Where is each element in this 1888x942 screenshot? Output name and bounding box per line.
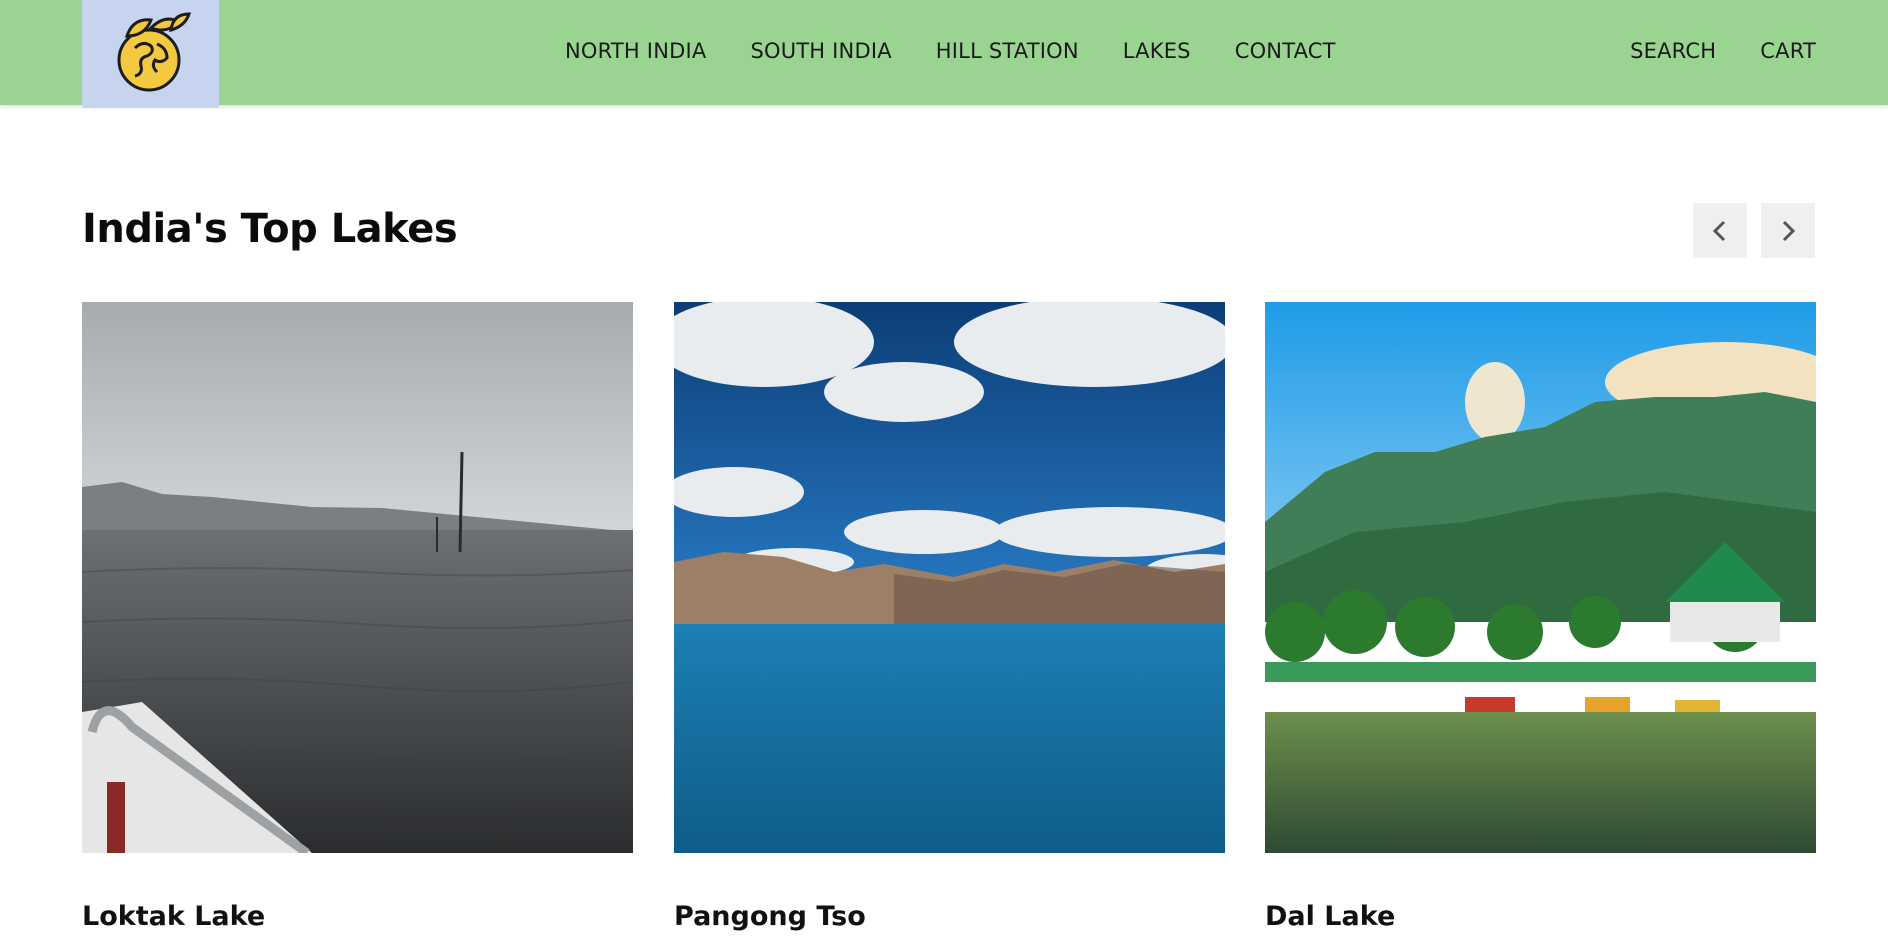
nav-lakes[interactable]: LAKES xyxy=(1123,39,1191,63)
nav-contact[interactable]: CONTACT xyxy=(1235,39,1336,63)
search-link[interactable]: SEARCH xyxy=(1630,39,1716,63)
cart-link[interactable]: CART xyxy=(1760,39,1816,63)
lake-photo-loktak[interactable] xyxy=(82,302,633,853)
lake-photo-pangong[interactable] xyxy=(674,302,1225,853)
lake-card-title[interactable]: Pangong Tso xyxy=(674,901,1225,932)
logo[interactable] xyxy=(82,0,219,108)
lake-card-title[interactable]: Dal Lake xyxy=(1265,901,1816,932)
lake-card[interactable]: Pangong Tso xyxy=(674,302,1225,932)
carousel-prev-button[interactable] xyxy=(1693,203,1747,258)
nav-north-india[interactable]: NORTH INDIA xyxy=(565,39,706,63)
nav-south-india[interactable]: SOUTH INDIA xyxy=(750,39,891,63)
chevron-left-icon xyxy=(1712,220,1726,241)
site-header: NORTH INDIA SOUTH INDIA HILL STATION LAK… xyxy=(0,0,1888,108)
carousel-next-button[interactable] xyxy=(1761,203,1815,258)
lake-card[interactable]: Loktak Lake xyxy=(82,302,633,932)
chevron-right-icon xyxy=(1782,220,1796,241)
nav-hill-station[interactable]: HILL STATION xyxy=(936,39,1079,63)
utility-nav: SEARCH CART xyxy=(1630,0,1816,102)
main-nav: NORTH INDIA SOUTH INDIA HILL STATION LAK… xyxy=(565,0,1336,102)
lake-card[interactable]: Dal Lake xyxy=(1265,302,1816,932)
section-title: India's Top Lakes xyxy=(82,206,458,252)
lake-photo-dal[interactable] xyxy=(1265,302,1816,853)
globe-with-leaves-icon xyxy=(117,12,191,92)
lake-card-title[interactable]: Loktak Lake xyxy=(82,901,633,932)
